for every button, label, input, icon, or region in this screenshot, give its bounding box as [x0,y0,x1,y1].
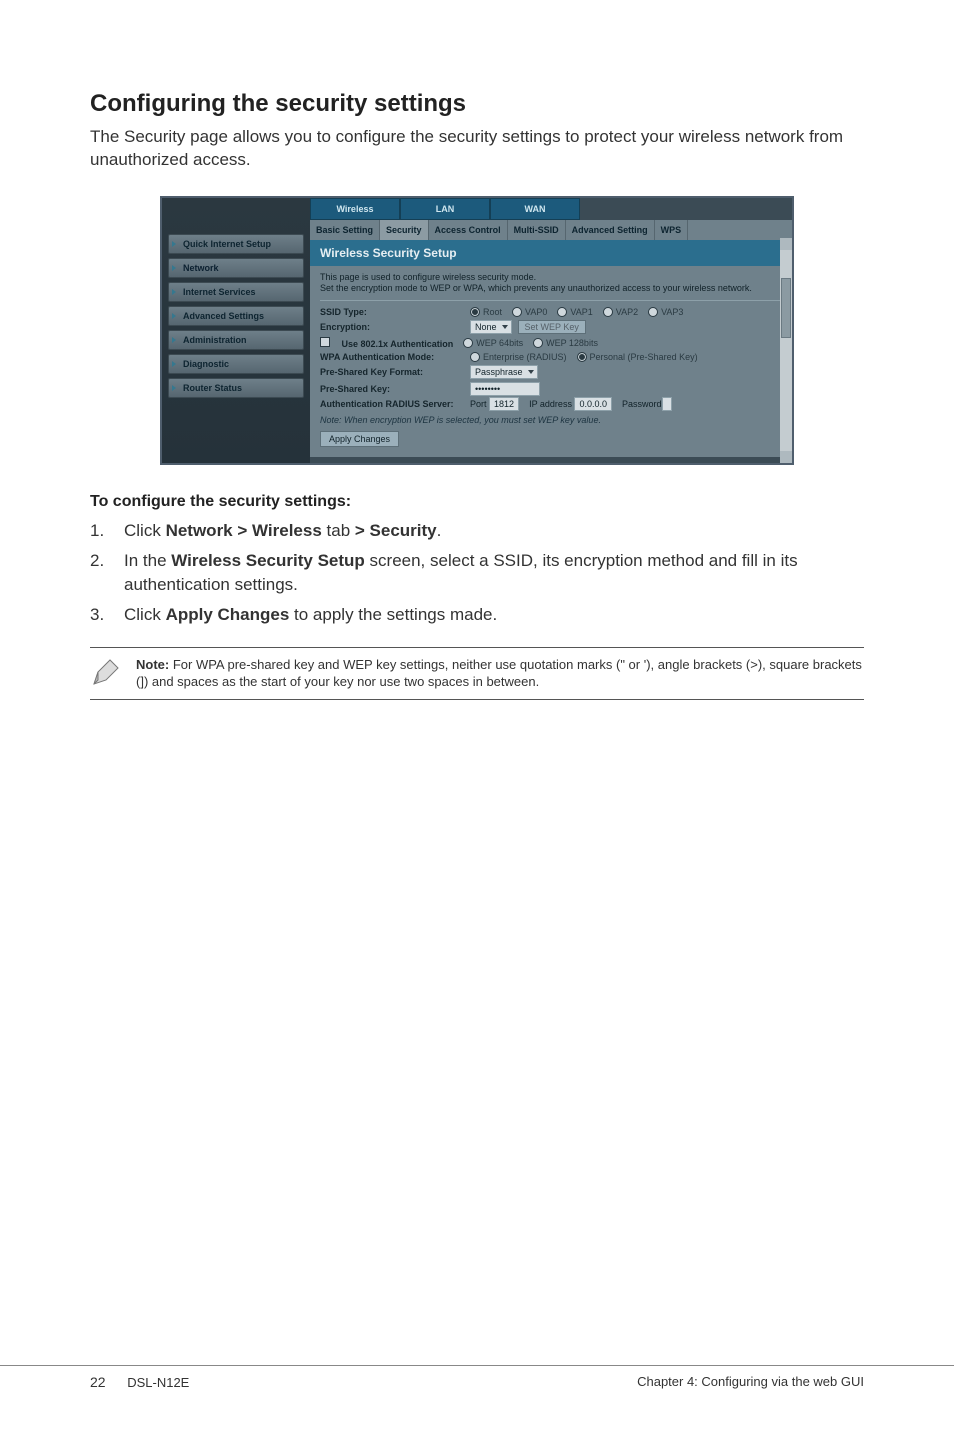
panel-description: This page is used to configure wireless … [320,272,782,302]
psk-label: Pre-Shared Key: [320,384,470,394]
steps-heading: To configure the security settings: [90,493,864,511]
wpa-mode-label: WPA Authentication Mode: [320,352,470,362]
wep128-radio[interactable]: WEP 128bits [533,338,598,348]
ssid-type-label: SSID Type: [320,307,470,317]
step-fragment: Click [124,605,166,624]
sidebar-item-label: Internet Services [183,287,256,297]
tab-advanced-setting[interactable]: Advanced Setting [566,220,655,240]
set-wep-key-button[interactable]: Set WEP Key [518,320,586,334]
sidebar-item-label: Advanced Settings [183,311,264,321]
page-number: 22 [90,1374,106,1390]
psk-format-label: Pre-Shared Key Format: [320,367,470,377]
radius-password-input[interactable] [662,397,672,411]
scroll-thumb[interactable] [781,278,791,338]
top-tabs: Wireless LAN WAN [310,198,792,220]
step-text: Click Network > Wireless tab > Security. [124,519,864,543]
note-lead: Note: [136,657,169,672]
step-bold: Wireless Security Setup [171,551,365,570]
step-3: 3. Click Apply Changes to apply the sett… [90,603,864,627]
tab-wps[interactable]: WPS [655,220,689,240]
step-number: 2. [90,549,124,597]
page-title: Configuring the security settings [90,90,864,118]
radius-ip-input[interactable]: 0.0.0.0 [574,397,612,411]
sidebar-item-label: Quick Internet Setup [183,239,271,249]
ssid-vap2-radio[interactable]: VAP2 [603,307,638,317]
note-body: For WPA pre-shared key and WEP key setti… [136,657,862,690]
tab-wan[interactable]: WAN [490,198,580,220]
scrollbar[interactable] [780,238,792,464]
note-box: Note: For WPA pre-shared key and WEP key… [90,647,864,700]
step-number: 3. [90,603,124,627]
panel-note: Note: When encryption WEP is selected, y… [320,415,782,425]
radius-port-input[interactable]: 1812 [489,397,519,411]
sidebar-item-label: Network [183,263,219,273]
sub-tabs: Basic Setting Security Access Control Mu… [310,220,792,240]
sidebar-item-network[interactable]: Network [168,258,304,278]
page-footer: 22 DSL-N12E Chapter 4: Configuring via t… [0,1365,954,1390]
sidebar-item-label: Administration [183,335,247,345]
use-8021x-label: Use 802.1x Authentication [342,339,454,349]
panel-body: This page is used to configure wireless … [310,266,792,458]
main-panel: Wireless LAN WAN Basic Setting Security … [310,198,792,464]
pencil-icon [90,656,122,688]
step-2: 2. In the Wireless Security Setup screen… [90,549,864,597]
wep64-radio[interactable]: WEP 64bits [463,338,523,348]
step-fragment: Click [124,521,166,540]
step-bold: Network > Wireless [166,521,322,540]
radius-port-label: Port [470,399,487,409]
scroll-down-icon[interactable] [780,451,792,463]
sidebar-item-administration[interactable]: Administration [168,330,304,350]
sidebar-item-advanced-settings[interactable]: Advanced Settings [168,306,304,326]
encryption-label: Encryption: [320,322,470,332]
sidebar-item-label: Diagnostic [183,359,229,369]
scroll-up-icon[interactable] [780,238,792,250]
model-name: DSL-N12E [127,1375,189,1390]
step-bold: > Security [355,521,437,540]
radius-label: Authentication RADIUS Server: [320,399,470,409]
tab-security[interactable]: Security [380,220,429,240]
radius-ip-label: IP address [529,399,572,409]
sidebar-item-diagnostic[interactable]: Diagnostic [168,354,304,374]
use-8021x-checkbox[interactable] [320,337,333,347]
psk-input[interactable]: •••••••• [470,382,540,396]
ssid-vap3-radio[interactable]: VAP3 [648,307,683,317]
wpa-personal-radio[interactable]: Personal (Pre-Shared Key) [577,352,698,362]
chapter-label: Chapter 4: Configuring via the web GUI [637,1374,864,1390]
ssid-root-radio[interactable]: Root [470,307,502,317]
step-1: 1. Click Network > Wireless tab > Securi… [90,519,864,543]
ssid-vap1-radio[interactable]: VAP1 [557,307,592,317]
intro-text: The Security page allows you to configur… [90,126,864,172]
sidebar: Quick Internet Setup Network Internet Se… [162,198,310,464]
step-text: Click Apply Changes to apply the setting… [124,603,864,627]
encryption-select[interactable]: None [470,320,512,334]
tab-multi-ssid[interactable]: Multi-SSID [508,220,566,240]
psk-format-select[interactable]: Passphrase [470,365,538,379]
step-fragment: tab [322,521,355,540]
router-screenshot: Quick Internet Setup Network Internet Se… [160,196,794,466]
step-bold: Apply Changes [166,605,290,624]
wpa-enterprise-radio[interactable]: Enterprise (RADIUS) [470,352,567,362]
step-fragment: In the [124,551,171,570]
panel-heading: Wireless Security Setup [310,240,792,266]
apply-changes-button[interactable]: Apply Changes [320,431,399,447]
step-number: 1. [90,519,124,543]
sidebar-item-internet-services[interactable]: Internet Services [168,282,304,302]
radius-password-label: Password [622,399,662,409]
step-fragment: . [437,521,442,540]
tab-basic-setting[interactable]: Basic Setting [310,220,380,240]
tab-lan[interactable]: LAN [400,198,490,220]
step-fragment: to apply the settings made. [289,605,497,624]
sidebar-item-router-status[interactable]: Router Status [168,378,304,398]
note-text: Note: For WPA pre-shared key and WEP key… [136,656,864,691]
steps-list: 1. Click Network > Wireless tab > Securi… [90,519,864,626]
sidebar-item-quick-setup[interactable]: Quick Internet Setup [168,234,304,254]
ssid-vap0-radio[interactable]: VAP0 [512,307,547,317]
tab-wireless[interactable]: Wireless [310,198,400,220]
step-text: In the Wireless Security Setup screen, s… [124,549,864,597]
sidebar-item-label: Router Status [183,383,242,393]
tab-access-control[interactable]: Access Control [429,220,508,240]
